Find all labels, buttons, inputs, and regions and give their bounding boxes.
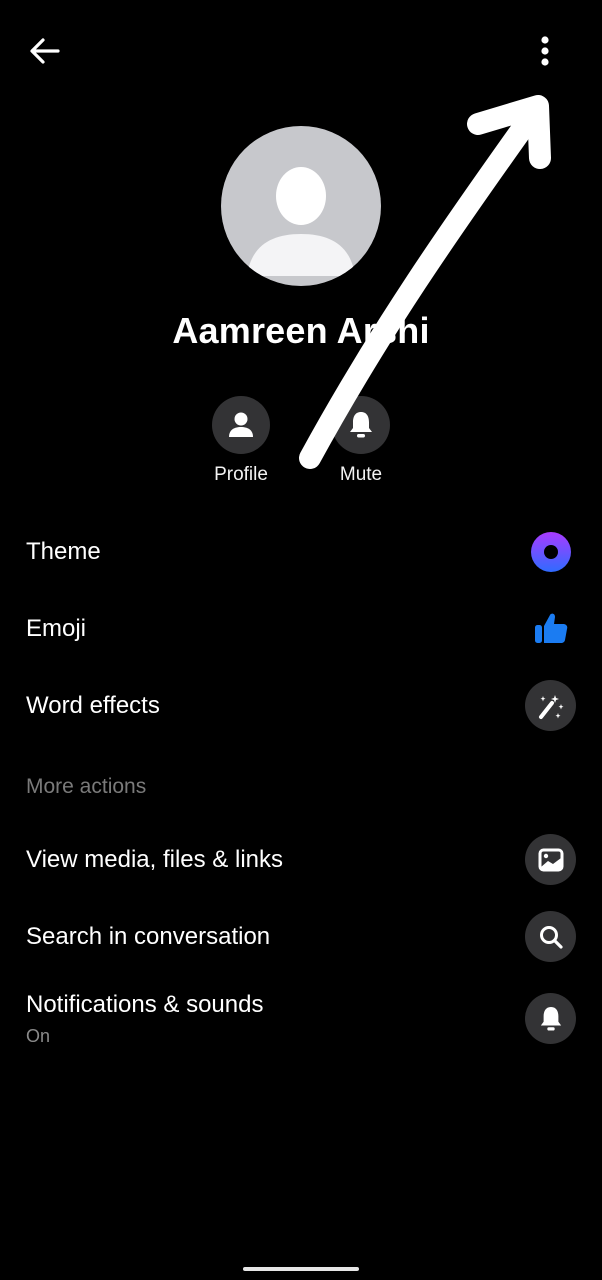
- word-effects-row[interactable]: Word effects: [0, 674, 602, 738]
- theme-icon-wrap: [525, 526, 576, 577]
- contact-name: Aamreen Arshi: [172, 310, 430, 351]
- emoji-row[interactable]: Emoji: [0, 597, 602, 661]
- bell-icon: [540, 1006, 561, 1031]
- search-icon-wrap: [525, 911, 576, 962]
- notifications-icon-wrap: [525, 993, 576, 1044]
- more-actions-heading: More actions: [26, 775, 147, 798]
- arrow-left-icon: [30, 38, 60, 64]
- notifications-row[interactable]: Notifications & sounds On: [0, 986, 602, 1056]
- theme-ring-icon: [530, 531, 571, 572]
- mute-button[interactable]: Mute: [316, 396, 406, 486]
- view-media-row[interactable]: View media, files & links: [0, 828, 602, 892]
- thumbs-up-icon: [534, 613, 567, 643]
- default-avatar-icon: [247, 167, 355, 276]
- search-conversation-row[interactable]: Search in conversation: [0, 905, 602, 969]
- bell-icon: [350, 412, 372, 438]
- top-bar: [0, 0, 602, 100]
- person-icon: [229, 412, 253, 437]
- more-vertical-icon: [541, 36, 549, 66]
- magic-wand-icon: [538, 694, 563, 719]
- more-options-button[interactable]: [524, 30, 566, 72]
- profile-button[interactable]: Profile: [196, 396, 286, 486]
- emoji-icon-wrap: [525, 603, 576, 654]
- theme-label: Theme: [26, 538, 101, 565]
- search-conversation-label: Search in conversation: [26, 923, 271, 950]
- profile-icon-circle: [212, 396, 270, 454]
- mute-label: Mute: [339, 464, 383, 485]
- notifications-label: Notifications & sounds: [26, 991, 264, 1018]
- view-media-label: View media, files & links: [26, 846, 283, 873]
- word-effects-label: Word effects: [26, 692, 160, 719]
- avatar[interactable]: [221, 126, 381, 286]
- image-icon: [538, 848, 563, 871]
- emoji-label: Emoji: [26, 615, 87, 642]
- mute-icon-circle: [332, 396, 390, 454]
- theme-row[interactable]: Theme: [0, 520, 602, 584]
- annotation-arrow-head: [467, 95, 551, 169]
- profile-label: Profile: [214, 464, 268, 485]
- notifications-status: On: [26, 1026, 51, 1046]
- search-icon: [539, 925, 563, 949]
- back-button[interactable]: [24, 32, 66, 70]
- word-effects-icon-wrap: [525, 680, 576, 731]
- view-media-icon-wrap: [525, 834, 576, 885]
- home-indicator[interactable]: [243, 1267, 359, 1271]
